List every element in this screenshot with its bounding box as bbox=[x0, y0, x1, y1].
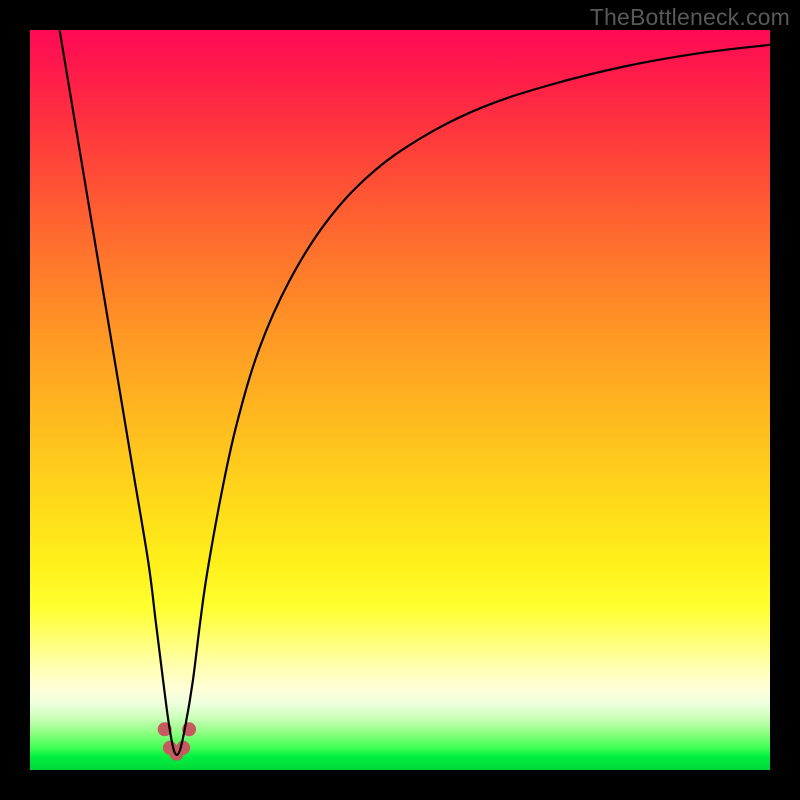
plot-area bbox=[30, 30, 770, 770]
watermark-text: TheBottleneck.com bbox=[590, 4, 790, 31]
bottleneck-curve bbox=[60, 30, 770, 755]
chart-frame: TheBottleneck.com bbox=[0, 0, 800, 800]
curve-svg bbox=[30, 30, 770, 770]
